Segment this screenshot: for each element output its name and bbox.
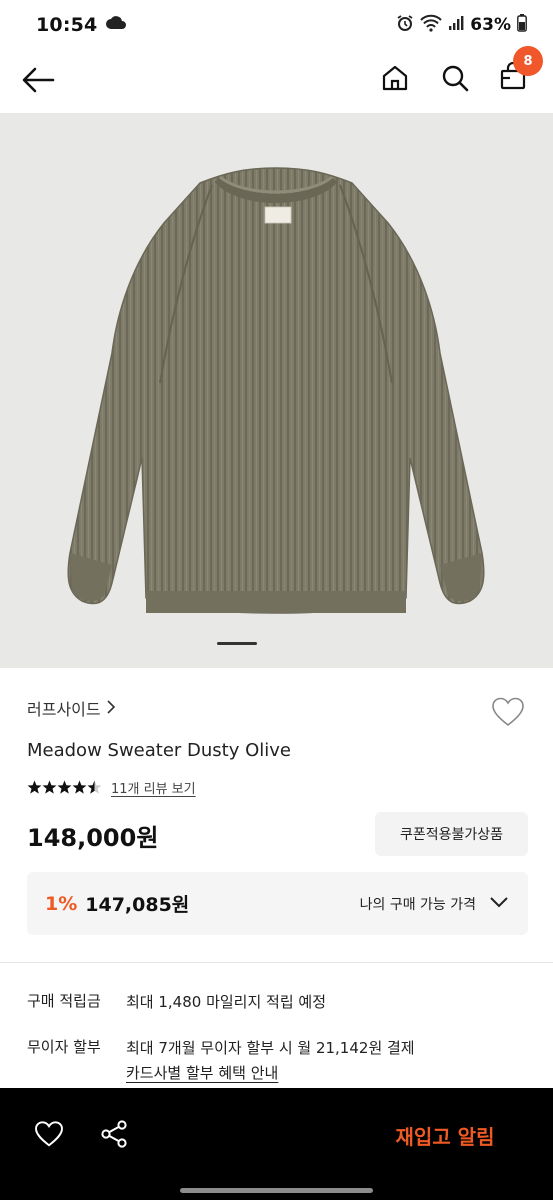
product-image[interactable] bbox=[0, 113, 553, 668]
signal-icon bbox=[448, 15, 464, 36]
heart-icon bbox=[34, 1121, 64, 1151]
home-indicator[interactable] bbox=[180, 1188, 373, 1193]
battery-icon bbox=[517, 13, 527, 37]
product-name: Meadow Sweater Dusty Olive bbox=[27, 740, 291, 761]
wifi-icon bbox=[420, 14, 443, 37]
restock-alert-button[interactable]: 재입고 알림 bbox=[360, 1112, 530, 1158]
product-price: 148,000원 bbox=[27, 824, 159, 852]
image-slider-indicator bbox=[217, 642, 257, 645]
home-icon[interactable] bbox=[375, 58, 415, 98]
chevron-right-icon bbox=[107, 699, 115, 718]
chevron-down-icon bbox=[490, 896, 508, 912]
installment-label: 무이자 할부 bbox=[27, 1038, 101, 1056]
search-icon[interactable] bbox=[435, 58, 475, 98]
points-label: 구매 적립금 bbox=[27, 992, 101, 1010]
cart-count-badge: 8 bbox=[513, 46, 543, 76]
installment-row: 무이자 할부 최대 7개월 무이자 할부 시 월 21,142원 결제 카드사별… bbox=[27, 1036, 415, 1086]
bottom-wishlist-button[interactable] bbox=[29, 1116, 69, 1156]
my-price-toggle[interactable]: 나의 구매 가능 가격 bbox=[360, 894, 508, 914]
brand-link[interactable]: 러프사이드 bbox=[27, 696, 115, 720]
status-bar: 10:54 63% bbox=[0, 0, 553, 50]
cloud-weather-icon bbox=[105, 14, 127, 36]
my-price-discount: 1% bbox=[45, 892, 78, 915]
star-rating bbox=[27, 780, 103, 795]
status-time: 10:54 bbox=[36, 14, 98, 36]
points-row: 구매 적립금 최대 1,480 마일리지 적립 예정 bbox=[27, 990, 326, 1015]
back-arrow-icon[interactable] bbox=[18, 60, 58, 100]
top-nav: 8 bbox=[0, 46, 553, 112]
heart-icon bbox=[491, 697, 525, 731]
my-price-value: 147,085원 bbox=[85, 894, 190, 916]
review-link[interactable]: 11개 리뷰 보기 bbox=[111, 778, 196, 797]
brand-name: 러프사이드 bbox=[27, 700, 101, 719]
wishlist-button[interactable] bbox=[488, 694, 528, 734]
section-divider bbox=[0, 962, 553, 963]
rating-row: 11개 리뷰 보기 bbox=[27, 778, 196, 797]
share-button[interactable] bbox=[94, 1116, 134, 1156]
sweater-illustration bbox=[67, 167, 485, 614]
points-value: 최대 1,480 마일리지 적립 예정 bbox=[126, 993, 327, 1011]
alarm-icon bbox=[396, 14, 414, 37]
cart-button[interactable]: 8 bbox=[493, 46, 543, 98]
my-price-box[interactable]: 1% 147,085원 나의 구매 가능 가격 bbox=[27, 872, 528, 935]
installment-info: 최대 7개월 무이자 할부 시 월 21,142원 결제 카드사별 할부 혜택 … bbox=[126, 1036, 415, 1086]
bottom-action-bar: 재입고 알림 bbox=[0, 1088, 553, 1200]
share-icon bbox=[99, 1119, 129, 1153]
installment-value: 최대 7개월 무이자 할부 시 월 21,142원 결제 bbox=[126, 1039, 415, 1057]
installment-benefits-link[interactable]: 카드사별 할부 혜택 안내 bbox=[126, 1061, 415, 1086]
my-price-toggle-label: 나의 구매 가능 가격 bbox=[359, 896, 476, 913]
coupon-unavailable-badge: 쿠폰적용불가상품 bbox=[375, 812, 528, 856]
battery-percent: 63% bbox=[470, 15, 511, 35]
